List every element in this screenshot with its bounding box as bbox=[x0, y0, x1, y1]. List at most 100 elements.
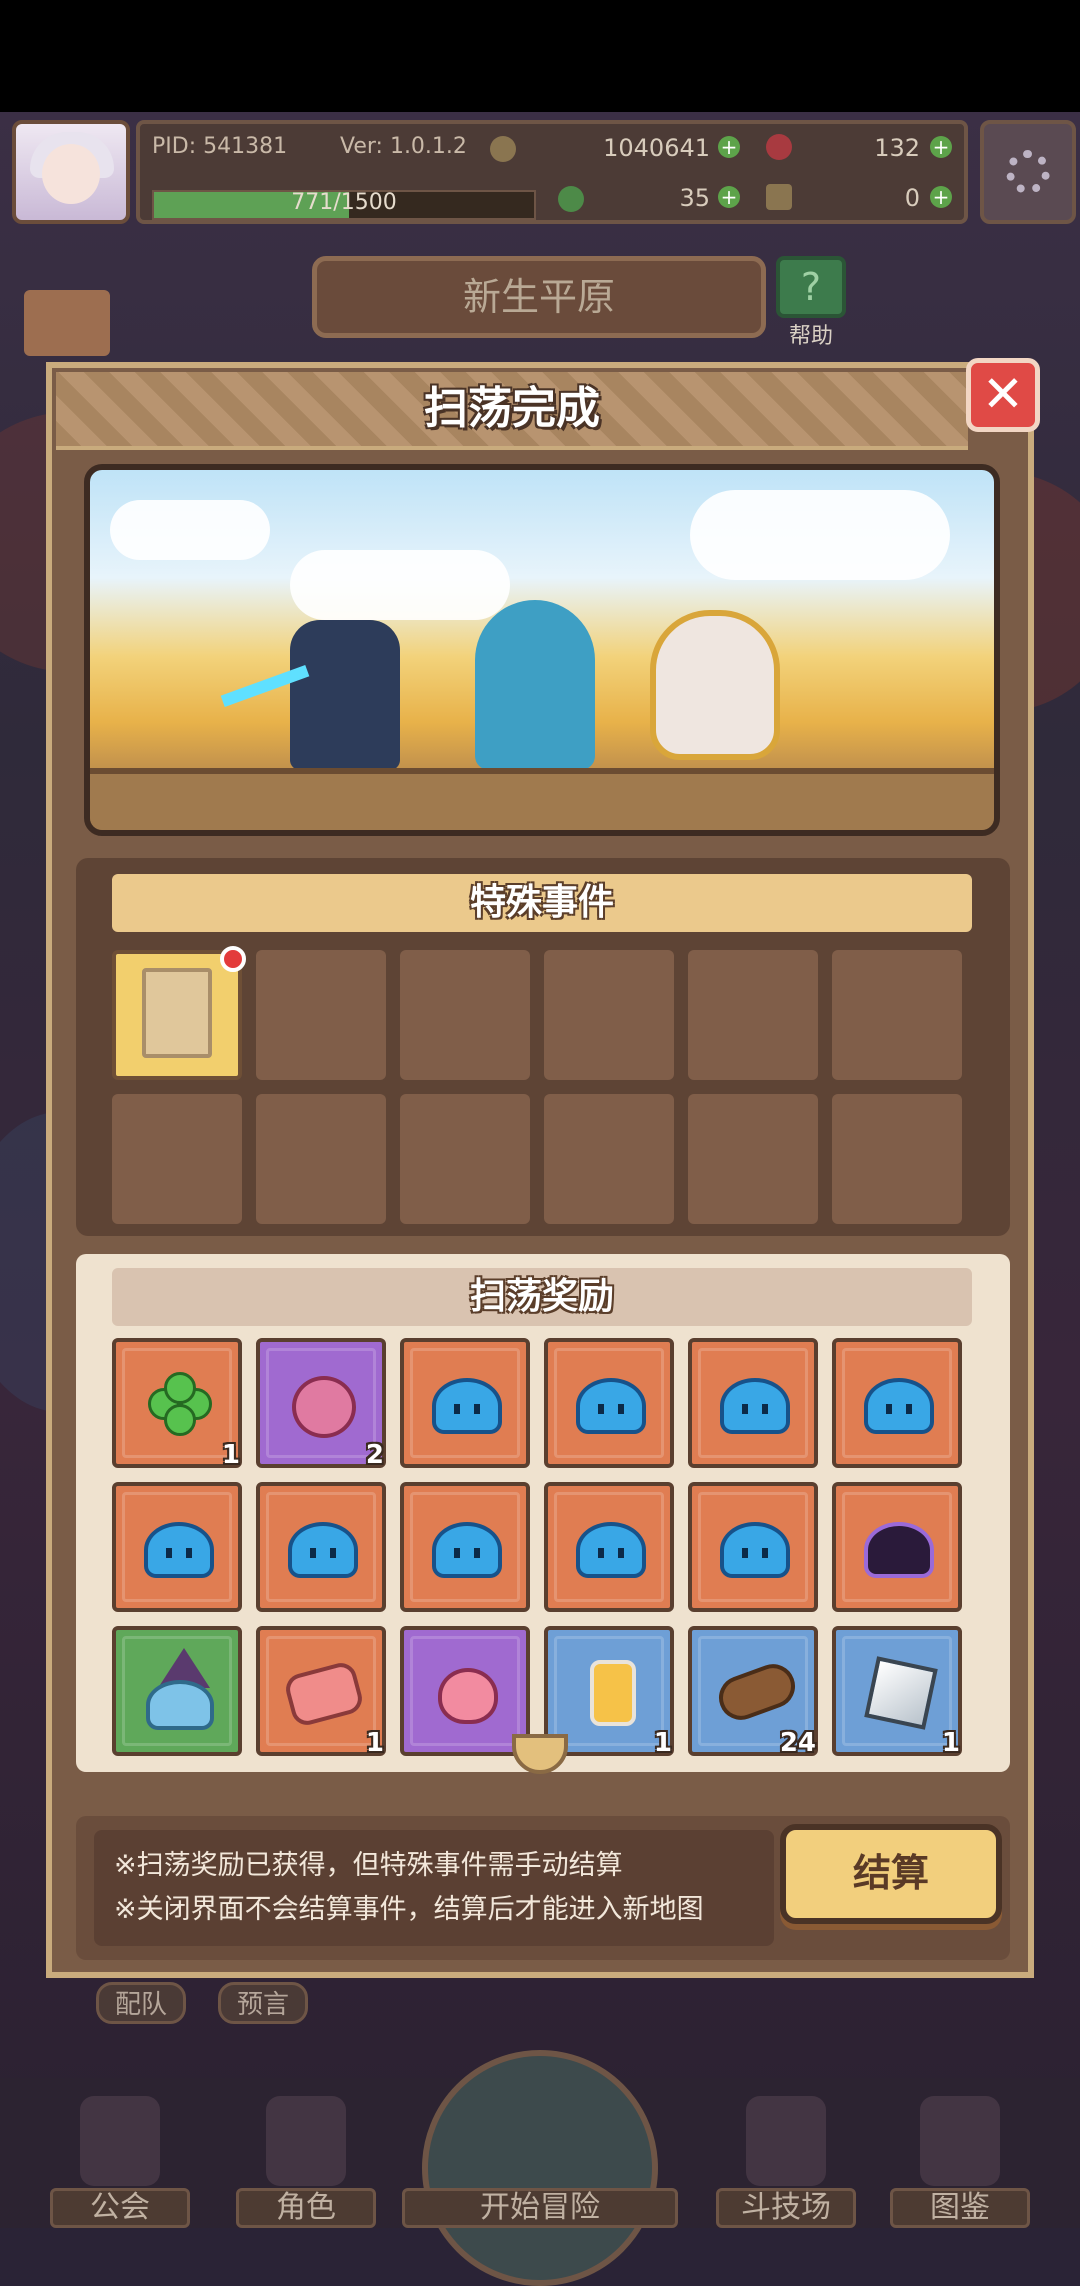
clover-icon bbox=[148, 1372, 212, 1436]
clover-icon bbox=[558, 186, 584, 212]
jar-icon bbox=[590, 1660, 636, 1726]
map-title: 新生平原 bbox=[312, 256, 766, 338]
prophecy-button[interactable]: 预言 bbox=[218, 1982, 309, 2024]
codex-icon bbox=[920, 2096, 1000, 2186]
exp-bar: 771/1500 bbox=[152, 190, 536, 220]
reward-item[interactable] bbox=[400, 1482, 530, 1612]
reward-item[interactable]: 1 bbox=[112, 1338, 242, 1470]
nav-arena[interactable]: 斗技场 bbox=[716, 2090, 856, 2228]
add-gold-icon[interactable]: + bbox=[718, 136, 740, 158]
exp-text: 771/1500 bbox=[291, 190, 397, 215]
gold-value: 1040641 bbox=[603, 134, 710, 162]
reward-item[interactable] bbox=[688, 1338, 818, 1468]
event-slot-empty bbox=[832, 950, 962, 1080]
add-clover-icon[interactable]: + bbox=[718, 186, 740, 208]
reward-item[interactable] bbox=[832, 1482, 962, 1612]
special-events-header: 特殊事件 bbox=[112, 874, 972, 932]
help-label: 帮助 bbox=[788, 324, 833, 349]
nav-codex-label: 图鉴 bbox=[890, 2188, 1030, 2228]
dark-slime-icon bbox=[864, 1522, 934, 1578]
status-bar bbox=[0, 0, 1080, 112]
reward-count: 1 bbox=[221, 1440, 240, 1470]
peach-icon bbox=[438, 1668, 498, 1724]
dialog-footer: ※扫荡奖励已获得，但特殊事件需手动结算 ※关闭界面不会结算事件，结算后才能进入新… bbox=[76, 1816, 1010, 1960]
dialog-title: 扫荡完成 bbox=[424, 383, 600, 434]
fruit-icon bbox=[292, 1376, 356, 1438]
gem-icon bbox=[766, 134, 792, 160]
slime-icon bbox=[720, 1378, 790, 1434]
reward-item[interactable]: 1 bbox=[256, 1626, 386, 1758]
settings-button[interactable] bbox=[980, 120, 1076, 224]
nav-adventure[interactable]: 开始冒险 bbox=[402, 2050, 678, 2286]
hero-wolf-girl bbox=[290, 620, 400, 770]
note-line: ※关闭界面不会结算事件，结算后才能进入新地图 bbox=[114, 1894, 704, 1925]
reward-item[interactable] bbox=[544, 1482, 674, 1612]
slime-icon bbox=[576, 1522, 646, 1578]
gear-icon bbox=[1006, 150, 1050, 194]
close-button[interactable]: ✕ bbox=[966, 358, 1040, 432]
reward-item[interactable] bbox=[400, 1338, 530, 1468]
nav-guild-label: 公会 bbox=[50, 2188, 190, 2228]
team-button[interactable]: 配队 bbox=[96, 1982, 187, 2024]
guild-icon bbox=[80, 2096, 160, 2186]
character-icon bbox=[266, 2096, 346, 2186]
slime-icon bbox=[432, 1378, 502, 1434]
slime-icon bbox=[576, 1378, 646, 1434]
slime-icon bbox=[432, 1522, 502, 1578]
add-gem-icon[interactable]: + bbox=[930, 136, 952, 158]
reward-item[interactable] bbox=[688, 1482, 818, 1612]
nav-character-label: 角色 bbox=[236, 2188, 376, 2228]
nav-character[interactable]: 角色 bbox=[236, 2090, 376, 2228]
magnifier-icon bbox=[422, 2050, 658, 2286]
reward-item[interactable] bbox=[256, 1482, 386, 1612]
gem-value: 132 bbox=[874, 134, 920, 162]
reward-item[interactable] bbox=[112, 1482, 242, 1612]
reward-item[interactable] bbox=[400, 1626, 530, 1756]
event-slot-empty bbox=[544, 1094, 674, 1224]
sweep-rewards-panel: 扫荡奖励 1 2 1 1 24 1 bbox=[76, 1254, 1010, 1772]
gold-icon bbox=[490, 136, 516, 162]
key-icon bbox=[766, 184, 792, 210]
game-version: Ver: 1.0.1.2 bbox=[340, 134, 467, 159]
gift-icon[interactable] bbox=[24, 290, 110, 356]
dialog-header: 扫荡完成 bbox=[56, 372, 968, 450]
add-key-icon[interactable]: + bbox=[930, 186, 952, 208]
nav-guild[interactable]: 公会 bbox=[50, 2090, 190, 2228]
player-avatar[interactable] bbox=[12, 120, 130, 224]
key-value: 0 bbox=[904, 184, 920, 212]
reward-item[interactable]: 24 bbox=[688, 1626, 818, 1758]
note-line: ※扫荡奖励已获得，但特殊事件需手动结算 bbox=[114, 1850, 623, 1881]
reward-item[interactable] bbox=[112, 1626, 242, 1756]
reward-item[interactable] bbox=[544, 1338, 674, 1468]
event-slot-filled[interactable] bbox=[112, 946, 246, 1080]
top-hud: PID: 541381 Ver: 1.0.1.2 1040641 + 132 +… bbox=[6, 116, 1076, 226]
reward-count: 24 bbox=[779, 1728, 816, 1758]
event-slot-empty bbox=[544, 950, 674, 1080]
reward-item[interactable]: 2 bbox=[256, 1338, 386, 1470]
slime-icon bbox=[288, 1522, 358, 1578]
clover-value: 35 bbox=[679, 184, 710, 212]
event-slot-empty bbox=[832, 1094, 962, 1224]
special-events-panel: 特殊事件 bbox=[76, 858, 1010, 1236]
resource-panel: PID: 541381 Ver: 1.0.1.2 1040641 + 132 +… bbox=[136, 120, 968, 224]
party-banner bbox=[84, 464, 1000, 836]
event-slot-empty bbox=[256, 1094, 386, 1224]
nav-codex[interactable]: 图鉴 bbox=[890, 2090, 1030, 2228]
crossed-swords-icon bbox=[746, 2096, 826, 2186]
reward-count: 1 bbox=[365, 1728, 384, 1758]
slime-icon bbox=[864, 1378, 934, 1434]
nav-arena-label: 斗技场 bbox=[716, 2188, 856, 2228]
reward-item[interactable] bbox=[832, 1338, 962, 1468]
settle-button[interactable]: 结算 bbox=[780, 1824, 1002, 1924]
question-icon: ? bbox=[776, 256, 846, 318]
reward-count: 1 bbox=[941, 1728, 960, 1758]
event-slot-empty bbox=[256, 950, 386, 1080]
reward-item[interactable]: 1 bbox=[832, 1626, 962, 1758]
player-id: PID: 541381 bbox=[152, 134, 288, 159]
nav-adventure-label: 开始冒险 bbox=[402, 2188, 678, 2228]
event-slot-empty bbox=[688, 1094, 818, 1224]
reward-count: 2 bbox=[365, 1440, 384, 1470]
slime-icon bbox=[144, 1522, 214, 1578]
help-button[interactable]: ? 帮助 bbox=[774, 256, 848, 349]
event-slot-empty bbox=[400, 950, 530, 1080]
